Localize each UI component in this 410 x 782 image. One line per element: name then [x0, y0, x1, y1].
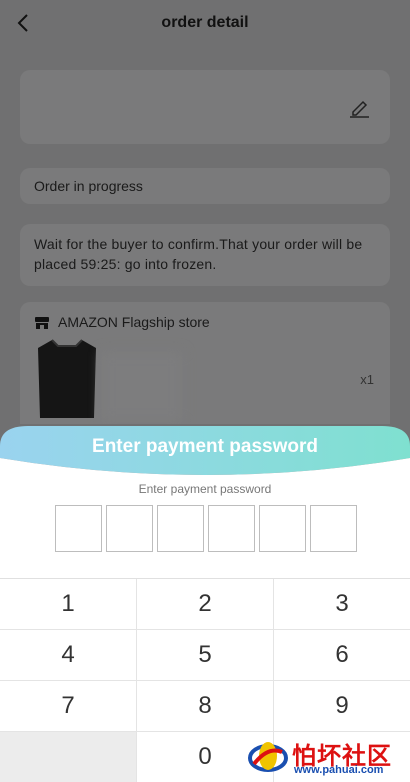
password-hint: Enter payment password: [138, 482, 272, 496]
password-digit-box[interactable]: [310, 505, 357, 552]
product-image[interactable]: [34, 338, 100, 420]
store-name: AMAZON Flagship store: [58, 314, 210, 330]
key-5[interactable]: 5: [137, 630, 274, 681]
order-status-card: Order in progress: [20, 168, 390, 204]
sheet-title: Enter payment password: [92, 436, 318, 457]
key-7[interactable]: 7: [0, 681, 137, 732]
key-8[interactable]: 8: [137, 681, 274, 732]
order-notice-text: Wait for the buyer to confirm.That your …: [34, 236, 363, 272]
password-digit-box[interactable]: [55, 505, 102, 552]
edit-icon[interactable]: [348, 96, 370, 118]
nav-bar: order detail: [0, 0, 410, 46]
watermark-logo-icon: [248, 742, 288, 772]
key-2[interactable]: 2: [137, 579, 274, 630]
watermark: 怕坏社区 www.pahuai.com: [246, 734, 406, 780]
store-icon: [35, 317, 49, 329]
order-notice-card: Wait for the buyer to confirm.That your …: [20, 224, 390, 286]
watermark-url: www.pahuai.com: [294, 764, 384, 776]
password-digit-box[interactable]: [208, 505, 255, 552]
address-card[interactable]: [20, 70, 390, 144]
sheet-header: Enter payment password: [0, 424, 410, 478]
password-input[interactable]: [55, 505, 357, 552]
key-6[interactable]: 6: [274, 630, 410, 681]
password-digit-box[interactable]: [157, 505, 204, 552]
password-digit-box[interactable]: [106, 505, 153, 552]
store-card[interactable]: AMAZON Flagship store x1: [20, 302, 390, 442]
key-3[interactable]: 3: [274, 579, 410, 630]
payment-password-sheet: Enter payment password Enter payment pas…: [0, 424, 410, 782]
key-4[interactable]: 4: [0, 630, 137, 681]
key-1[interactable]: 1: [0, 579, 137, 630]
product-quantity: x1: [360, 372, 374, 387]
password-digit-box[interactable]: [259, 505, 306, 552]
key-blank: [0, 732, 137, 782]
page-title: order detail: [161, 14, 249, 31]
redacted-product-info: [102, 352, 182, 422]
order-status-text: Order in progress: [34, 178, 143, 194]
key-9[interactable]: 9: [274, 681, 410, 732]
